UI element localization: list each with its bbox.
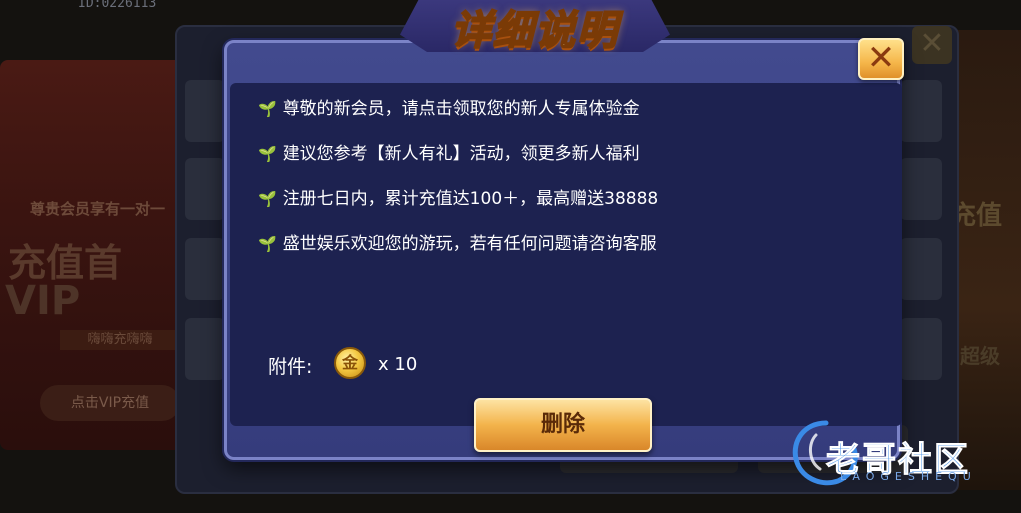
- right-banner-text-2: 超级: [960, 344, 1000, 368]
- attachment-label: 附件:: [268, 356, 313, 378]
- sprout-icon: 🌱: [258, 235, 277, 253]
- mail-row: [185, 318, 225, 380]
- mail-row: [185, 80, 225, 142]
- sprout-icon: 🌱: [258, 100, 277, 118]
- mail-row: [900, 158, 942, 220]
- gold-coin-icon: 金: [334, 347, 366, 379]
- mail-row: [900, 238, 942, 300]
- watermark-subtext: LAOGESHEQU: [840, 470, 977, 483]
- promo-tagline: 尊贵会员享有一对一: [30, 200, 166, 218]
- close-button[interactable]: ✕: [858, 38, 904, 80]
- sprout-icon: 🌱: [258, 190, 277, 208]
- attachment-quantity: x 10: [378, 354, 418, 375]
- delete-button[interactable]: 删除: [474, 398, 652, 452]
- mail-row: [900, 80, 942, 142]
- detail-line: 🌱 盛世娱乐欢迎您的游玩，若有任何问题请咨询客服: [258, 229, 657, 254]
- close-icon: ✕: [866, 38, 896, 78]
- detail-line: 🌱 建议您参考【新人有礼】活动，领更多新人福利: [258, 139, 640, 164]
- detail-line-text: 尊敬的新会员，请点击领取您的新人专属体验金: [282, 99, 640, 119]
- vip-recharge-button: 点击VIP充值: [40, 385, 180, 421]
- dialog-title: 详细说明: [450, 7, 619, 55]
- background-close-icon: ✕: [912, 26, 952, 64]
- user-id: ID:0226113: [78, 0, 157, 11]
- detail-line-text: 建议您参考【新人有礼】活动，领更多新人福利: [282, 144, 640, 164]
- detail-content: [230, 83, 902, 426]
- mail-row: [185, 158, 225, 220]
- sprout-icon: 🌱: [258, 145, 277, 163]
- promo-vip: VIP: [5, 278, 81, 324]
- mail-row: [185, 238, 225, 300]
- mail-row: [900, 318, 942, 380]
- detail-line-text: 盛世娱乐欢迎您的游玩，若有任何问题请咨询客服: [282, 234, 657, 254]
- promo-strip: 嗨嗨充嗨嗨: [60, 330, 180, 350]
- detail-line: 🌱 注册七日内，累计充值达100＋，最高赠送38888: [258, 184, 658, 209]
- detail-line-text: 注册七日内，累计充值达100＋，最高赠送38888: [282, 189, 659, 209]
- detail-line: 🌱 尊敬的新会员，请点击领取您的新人专属体验金: [258, 94, 640, 119]
